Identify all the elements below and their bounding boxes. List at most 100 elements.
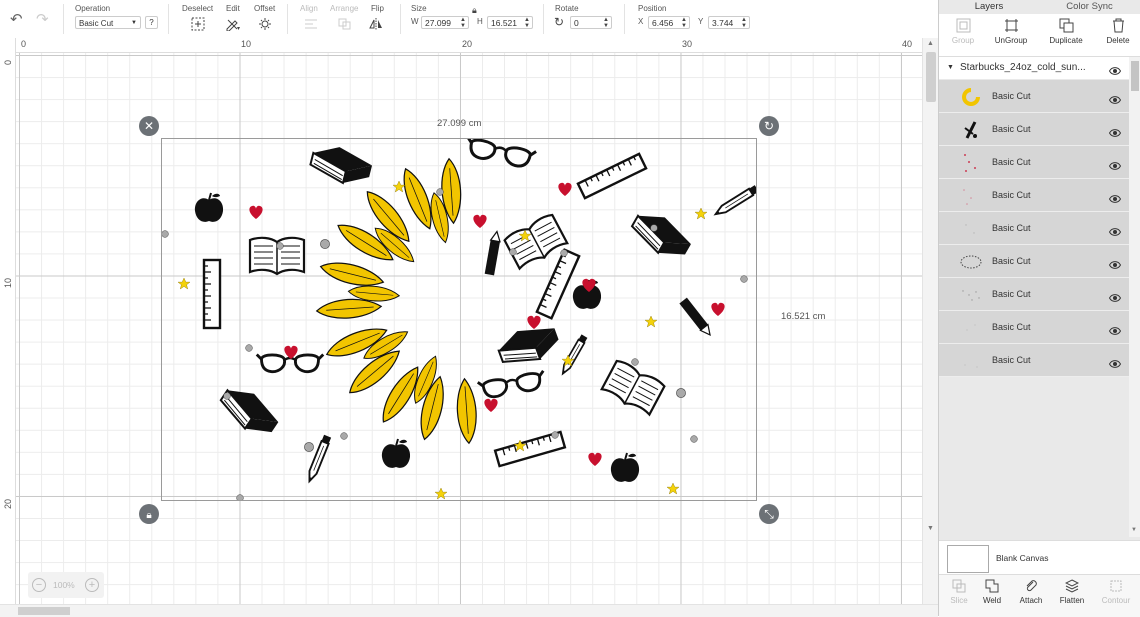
stepper-icon[interactable]: ▲ ▼ (741, 17, 747, 29)
y-position-input[interactable]: 3.744 ▲ ▼ (708, 16, 750, 29)
visibility-eye-icon[interactable] (1108, 323, 1122, 335)
tab-color-sync[interactable]: Color Sync (1039, 0, 1140, 14)
visibility-eye-icon[interactable] (1108, 257, 1122, 269)
selection-bounding-box[interactable] (161, 138, 757, 501)
flip-icon[interactable] (366, 16, 388, 32)
visibility-eye-icon[interactable] (1108, 92, 1122, 104)
stepper-icon[interactable]: ▲ ▼ (460, 17, 466, 29)
collapse-triangle-icon[interactable]: ▼ (947, 64, 954, 71)
align-label: Align (300, 4, 318, 13)
toolbar-divider (63, 4, 64, 34)
duplicate-button[interactable]: Duplicate (1042, 18, 1090, 45)
ruler-tick-label: 40 (902, 39, 913, 49)
position-label: Position (638, 4, 667, 13)
layer-row[interactable]: Basic Cut (939, 113, 1129, 146)
scroll-down-icon[interactable]: ▼ (927, 525, 934, 532)
ungroup-button[interactable]: UnGroup (987, 18, 1035, 45)
visibility-eye-icon[interactable] (1108, 290, 1122, 302)
attach-label: Attach (1019, 596, 1043, 605)
visibility-eye-icon[interactable] (1108, 63, 1122, 75)
zoom-in-button[interactable]: + (85, 578, 99, 592)
layer-name: Basic Cut (992, 223, 1031, 233)
close-selection-handle[interactable]: ✕ (139, 116, 159, 136)
visibility-eye-icon[interactable] (1108, 191, 1122, 203)
resize-handle[interactable]: ⤡ (759, 504, 779, 524)
layer-row[interactable]: Basic Cut (939, 212, 1129, 245)
design-canvas[interactable]: 0 10 20 30 40 0 10 20 27.099 cm 16.521 c… (0, 38, 922, 604)
layer-row[interactable]: Basic Cut (939, 179, 1129, 212)
layer-row[interactable]: Basic Cut (939, 245, 1129, 278)
width-value: 27.099 (425, 18, 451, 28)
canvas-horizontal-scrollbar[interactable] (0, 604, 938, 617)
contour-label: Contour (1101, 596, 1131, 605)
size-label: Size (411, 4, 427, 13)
ruler-tick-label: 10 (241, 39, 252, 49)
scrollbar-thumb[interactable] (1131, 61, 1139, 91)
contour-button[interactable]: Contour (1096, 579, 1136, 605)
layer-group-row[interactable]: ▼ Starbucks_24oz_cold_sun... (939, 57, 1129, 79)
y-position-value: 3.744 (712, 18, 734, 28)
layer-name: Basic Cut (992, 322, 1031, 332)
stepper-icon[interactable]: ▲ ▼ (603, 17, 609, 29)
height-input[interactable]: 16.521 ▲ ▼ (487, 16, 533, 29)
offset-icon[interactable] (255, 16, 277, 32)
trash-icon (1094, 18, 1140, 36)
toolbar-divider (400, 4, 401, 34)
layer-name: Basic Cut (992, 91, 1031, 101)
layer-row[interactable]: Basic Cut (939, 344, 1129, 377)
width-axis-label: W (411, 17, 419, 26)
arrange-icon[interactable] (334, 16, 356, 32)
layer-thumbnail (959, 217, 983, 241)
canvas-vertical-scrollbar[interactable]: ▲ ▼ (922, 38, 939, 604)
stepper-icon[interactable]: ▲ ▼ (524, 17, 530, 29)
scroll-down-icon[interactable]: ▼ (1131, 527, 1137, 533)
group-button[interactable]: Group (939, 18, 987, 45)
ruler-tick-label: 0 (3, 59, 13, 65)
x-position-input[interactable]: 6.456 ▲ ▼ (648, 16, 690, 29)
visibility-eye-icon[interactable] (1108, 125, 1122, 137)
lock-proportions-handle[interactable]: 🔒︎ (139, 504, 159, 524)
design-space-app: ↶ ↷ Operation Basic Cut ▼ ? Deselect Edi… (0, 0, 1140, 617)
ungroup-label: UnGroup (994, 36, 1028, 45)
operation-help-button[interactable]: ? (145, 16, 158, 29)
edit-tools-icon[interactable]: ▾ (222, 16, 244, 32)
layer-name: Basic Cut (992, 355, 1031, 365)
layer-row[interactable]: Basic Cut (939, 146, 1129, 179)
visibility-eye-icon[interactable] (1108, 158, 1122, 170)
stepper-icon[interactable]: ▲ ▼ (681, 17, 687, 29)
flatten-button[interactable]: Flatten (1052, 579, 1092, 605)
width-input[interactable]: 27.099 ▲ ▼ (421, 16, 469, 29)
height-dimension-label: 16.521 cm (781, 311, 826, 322)
flatten-label: Flatten (1059, 596, 1085, 605)
undo-icon[interactable]: ↶ (10, 10, 23, 28)
scroll-up-icon[interactable]: ▲ (927, 40, 934, 47)
scrollbar-thumb[interactable] (18, 607, 70, 615)
rotate-input[interactable]: 0 ▲ ▼ (570, 16, 612, 29)
layer-name: Basic Cut (992, 256, 1031, 266)
layer-thumbnail (959, 151, 983, 175)
attach-button[interactable]: Attach (1011, 579, 1051, 605)
weld-icon (972, 579, 1012, 596)
visibility-eye-icon[interactable] (1108, 356, 1122, 368)
rotate-handle[interactable]: ↻ (759, 116, 779, 136)
toolbar-divider (287, 4, 288, 34)
blank-canvas-row[interactable]: Blank Canvas (939, 540, 1140, 575)
layers-scrollbar[interactable]: ▼ (1129, 57, 1140, 537)
layer-row[interactable]: Basic Cut (939, 278, 1129, 311)
deselect-icon[interactable] (187, 16, 209, 32)
weld-button[interactable]: Weld (972, 579, 1012, 605)
scrollbar-thumb[interactable] (926, 52, 936, 102)
operation-select[interactable]: Basic Cut ▼ (75, 16, 141, 29)
layer-row[interactable]: Basic Cut (939, 311, 1129, 344)
visibility-eye-icon[interactable] (1108, 224, 1122, 236)
layer-name: Basic Cut (992, 190, 1031, 200)
layer-row[interactable]: Basic Cut (939, 80, 1129, 113)
close-icon: ✕ (143, 119, 155, 133)
lock-icon[interactable]: 🔒︎ (472, 5, 477, 16)
redo-icon[interactable]: ↷ (36, 10, 49, 28)
ruler-tick-label: 10 (3, 277, 13, 288)
zoom-out-button[interactable]: − (32, 578, 46, 592)
delete-button[interactable]: Delete (1094, 18, 1140, 45)
blank-canvas-swatch[interactable] (947, 545, 989, 573)
align-icon[interactable] (300, 16, 322, 32)
